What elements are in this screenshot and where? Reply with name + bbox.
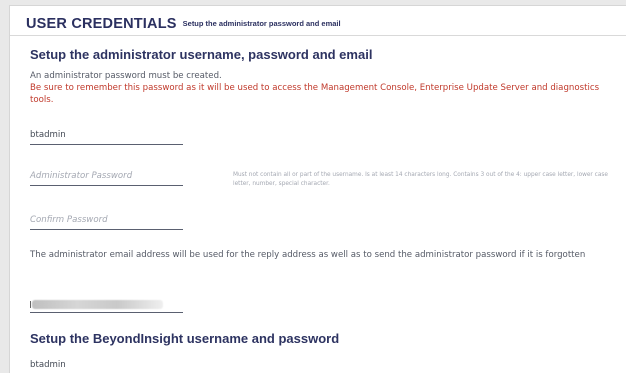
admin-username-field[interactable]: btadmin — [30, 127, 183, 145]
page-header: USER CREDENTIALS Setup the administrator … — [26, 15, 341, 33]
credentials-panel: USER CREDENTIALS Setup the administrator … — [9, 5, 626, 373]
beyondinsight-username-value: btadmin — [30, 360, 66, 370]
page-title: USER CREDENTIALS — [26, 16, 177, 32]
email-value-redacted — [32, 300, 163, 309]
admin-password-info: An administrator password must be create… — [30, 71, 222, 81]
password-requirements-hint: Must not contain all or part of the user… — [233, 172, 608, 187]
admin-email-field[interactable] — [30, 295, 183, 313]
email-text-caret — [30, 301, 31, 308]
admin-password-field[interactable]: Administrator Password — [30, 168, 183, 186]
page-subtitle: Setup the administrator password and ema… — [182, 19, 341, 28]
admin-password-placeholder: Administrator Password — [30, 171, 133, 181]
confirm-password-placeholder: Confirm Password — [30, 215, 108, 225]
admin-section-heading: Setup the administrator username, passwo… — [30, 47, 373, 62]
confirm-password-field[interactable]: Confirm Password — [30, 212, 183, 230]
beyondinsight-section-heading: Setup the BeyondInsight username and pas… — [30, 331, 340, 346]
header-divider — [10, 35, 626, 36]
admin-password-warning: Be sure to remember this password as it … — [30, 83, 600, 105]
beyondinsight-username-field[interactable]: btadmin — [30, 357, 183, 373]
admin-email-note: The administrator email address will be … — [30, 250, 586, 260]
admin-username-value: btadmin — [30, 130, 66, 140]
